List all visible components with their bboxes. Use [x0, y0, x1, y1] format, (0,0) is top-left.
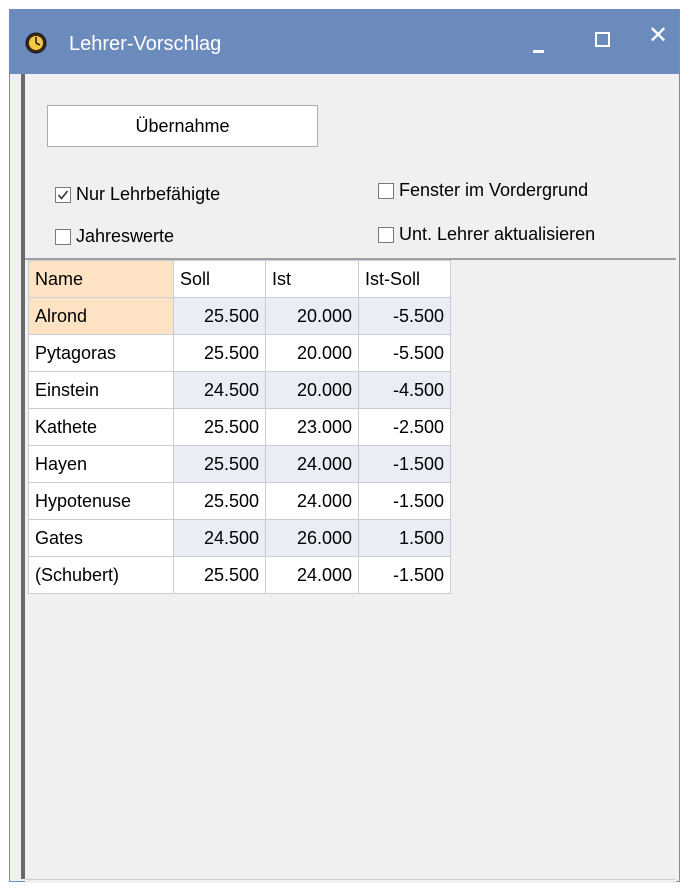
- bottom-edge: [25, 879, 676, 883]
- cell-ist-soll[interactable]: -5.500: [358, 297, 451, 335]
- close-button[interactable]: ✕: [626, 10, 689, 74]
- cell-ist[interactable]: 20.000: [265, 297, 359, 335]
- cell-soll[interactable]: 24.500: [173, 519, 266, 557]
- fenster-im-vordergrund-checkbox[interactable]: Fenster im Vordergrund: [378, 180, 588, 201]
- table-row[interactable]: Pytagoras 25.500 20.000 -5.500: [28, 334, 451, 372]
- cell-soll[interactable]: 25.500: [173, 334, 266, 372]
- cell-ist[interactable]: 24.000: [265, 482, 359, 520]
- cell-ist[interactable]: 20.000: [265, 334, 359, 372]
- jahreswerte-checkbox[interactable]: Jahreswerte: [55, 226, 174, 247]
- minimize-button[interactable]: [506, 10, 570, 74]
- cell-ist-soll[interactable]: -2.500: [358, 408, 451, 446]
- cell-soll[interactable]: 25.500: [173, 408, 266, 446]
- table-row[interactable]: (Schubert) 25.500 24.000 -1.500: [28, 556, 451, 594]
- column-header-ist-soll[interactable]: Ist-Soll: [358, 260, 451, 298]
- title-bar[interactable]: Lehrer-Vorschlag ✕: [10, 10, 679, 74]
- table-row[interactable]: Hypotenuse 25.500 24.000 -1.500: [28, 482, 451, 520]
- checkbox-label: Fenster im Vordergrund: [399, 180, 589, 200]
- checkbox-label: Unt. Lehrer aktualisieren: [399, 224, 596, 244]
- cell-soll[interactable]: 24.500: [173, 371, 266, 409]
- options-panel: Übernahme Nur Lehrbefähigte Jahreswerte …: [25, 74, 676, 258]
- column-header-soll[interactable]: Soll: [173, 260, 266, 298]
- cell-name[interactable]: Alrond: [28, 297, 174, 335]
- cell-ist[interactable]: 20.000: [265, 371, 359, 409]
- cell-soll[interactable]: 25.500: [173, 297, 266, 335]
- cell-name[interactable]: Einstein: [28, 371, 174, 409]
- checkbox-box[interactable]: [55, 228, 71, 245]
- teacher-table: Name Soll Ist Ist-Soll Alrond 25.500 20.…: [28, 260, 451, 594]
- cell-ist-soll[interactable]: -4.500: [358, 371, 451, 409]
- clock-icon: [25, 32, 47, 54]
- cell-soll[interactable]: 25.500: [173, 482, 266, 520]
- cell-ist-soll[interactable]: -5.500: [358, 334, 451, 372]
- nur-lehrbefaehigte-checkbox[interactable]: Nur Lehrbefähigte: [55, 184, 220, 205]
- table-row[interactable]: Einstein 24.500 20.000 -4.500: [28, 371, 451, 409]
- maximize-icon: [594, 31, 610, 47]
- cell-ist-soll[interactable]: -1.500: [358, 482, 451, 520]
- cell-name[interactable]: Hayen: [28, 445, 174, 483]
- cell-name[interactable]: (Schubert): [28, 556, 174, 594]
- cell-soll[interactable]: 25.500: [173, 445, 266, 483]
- table-header-row: Name Soll Ist Ist-Soll: [28, 260, 451, 298]
- checkmark-icon: [57, 190, 69, 200]
- table-row[interactable]: Hayen 25.500 24.000 -1.500: [28, 445, 451, 483]
- lehrer-vorschlag-window: Lehrer-Vorschlag ✕ Übernahme Nur Lehrbef…: [9, 9, 680, 883]
- window-title: Lehrer-Vorschlag: [69, 33, 222, 55]
- checkbox-label: Jahreswerte: [76, 226, 175, 246]
- table-row[interactable]: Gates 24.500 26.000 1.500: [28, 519, 451, 557]
- cell-ist[interactable]: 24.000: [265, 445, 359, 483]
- cell-name[interactable]: Kathete: [28, 408, 174, 446]
- minimize-icon: [532, 49, 544, 53]
- cell-ist-soll[interactable]: 1.500: [358, 519, 451, 557]
- cell-ist-soll[interactable]: -1.500: [358, 556, 451, 594]
- unt-lehrer-aktualisieren-checkbox[interactable]: Unt. Lehrer aktualisieren: [378, 224, 595, 245]
- column-header-name[interactable]: Name: [28, 260, 174, 298]
- cell-name[interactable]: Hypotenuse: [28, 482, 174, 520]
- checkbox-box[interactable]: [55, 186, 71, 203]
- cell-ist[interactable]: 26.000: [265, 519, 359, 557]
- uebernahme-button[interactable]: Übernahme: [47, 105, 318, 147]
- maximize-button[interactable]: [570, 10, 634, 74]
- cell-ist[interactable]: 24.000: [265, 556, 359, 594]
- teacher-grid-area: Name Soll Ist Ist-Soll Alrond 25.500 20.…: [25, 258, 676, 879]
- table-row[interactable]: Alrond 25.500 20.000 -5.500: [28, 297, 451, 335]
- column-header-ist[interactable]: Ist: [265, 260, 359, 298]
- close-icon: ✕: [647, 22, 669, 49]
- checkbox-box[interactable]: [378, 182, 394, 199]
- cell-soll[interactable]: 25.500: [173, 556, 266, 594]
- cell-name[interactable]: Pytagoras: [28, 334, 174, 372]
- checkbox-label: Nur Lehrbefähigte: [76, 184, 221, 204]
- table-row[interactable]: Kathete 25.500 23.000 -2.500: [28, 408, 451, 446]
- cell-name[interactable]: Gates: [28, 519, 174, 557]
- cell-ist-soll[interactable]: -1.500: [358, 445, 451, 483]
- cell-ist[interactable]: 23.000: [265, 408, 359, 446]
- checkbox-box[interactable]: [378, 226, 394, 243]
